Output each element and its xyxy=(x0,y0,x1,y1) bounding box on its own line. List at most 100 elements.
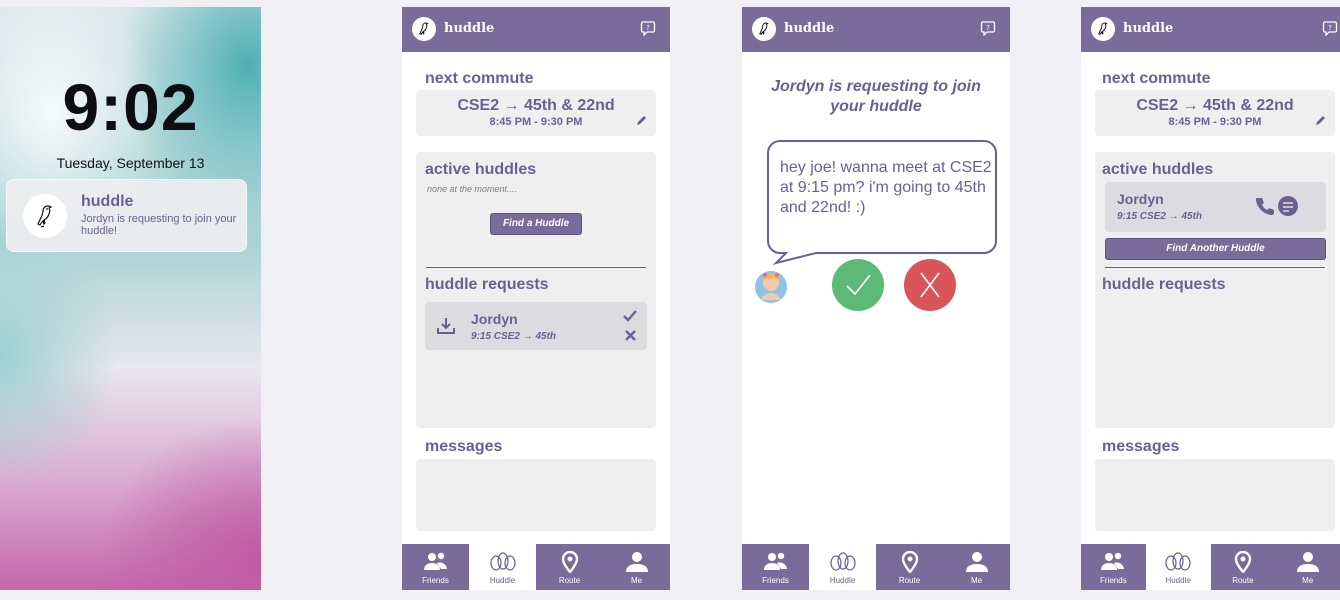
tab-huddle[interactable]: Huddle xyxy=(809,544,876,590)
huddle-requests-title: huddle requests xyxy=(1102,276,1226,293)
bird-logo-icon xyxy=(412,17,436,41)
lock-time: 9:02 xyxy=(62,70,199,144)
none-text: none at the moment.... xyxy=(427,184,518,194)
commute-time: 8:45 PM - 9:30 PM xyxy=(489,116,583,128)
check-icon[interactable] xyxy=(623,309,637,328)
svg-text:?: ? xyxy=(986,24,990,32)
request-meta: 9:15 CSE2 → 45th xyxy=(471,331,557,342)
lock-screen: 9:02 Tuesday, September 13 huddle Jordyn… xyxy=(0,7,261,590)
tab-huddle[interactable]: Huddle xyxy=(1145,544,1211,590)
messages-panel[interactable] xyxy=(416,459,656,531)
bird-logo-icon xyxy=(752,17,776,41)
penguins-icon xyxy=(469,551,536,571)
tab-label: Huddle xyxy=(489,576,516,585)
request-name: Jordyn xyxy=(471,311,518,327)
tab-friends[interactable]: Friends xyxy=(742,544,809,590)
tab-label: Huddle xyxy=(1165,576,1191,585)
tab-route[interactable]: Route xyxy=(536,544,603,590)
tab-label: Me xyxy=(1302,576,1314,585)
home-screen-accepted: huddle ? next commute CSE2 → 45th & 22nd… xyxy=(1081,7,1340,590)
friends-icon xyxy=(402,551,469,571)
tab-label: Me xyxy=(630,576,643,585)
tab-label: Friends xyxy=(762,576,789,585)
penguins-icon xyxy=(1146,551,1211,571)
bottom-nav: Friends Huddle Route Me xyxy=(1081,544,1340,590)
find-another-huddle-button[interactable]: Find Another Huddle xyxy=(1105,238,1326,260)
request-screen: huddle ? Jordyn is requesting to join yo… xyxy=(742,7,1010,590)
phone-icon[interactable] xyxy=(1255,196,1275,221)
divider xyxy=(426,267,646,268)
tab-friends[interactable]: Friends xyxy=(402,544,469,590)
tab-label: Route xyxy=(558,576,581,585)
request-item[interactable]: Jordyn 9:15 CSE2 → 45th xyxy=(425,302,647,350)
huddle-requests-title: huddle requests xyxy=(425,276,549,293)
close-icon xyxy=(920,272,940,298)
tab-me[interactable]: Me xyxy=(943,544,1010,590)
tab-route[interactable]: Route xyxy=(1210,544,1276,590)
friends-icon xyxy=(1081,551,1146,571)
help-icon[interactable]: ? xyxy=(640,20,656,41)
download-icon xyxy=(436,316,456,341)
commute-card[interactable]: CSE2 → 45th & 22nd 8:45 PM - 9:30 PM xyxy=(416,90,656,136)
avatar xyxy=(753,267,789,308)
next-commute-title: next commute xyxy=(1102,70,1211,87)
tab-me[interactable]: Me xyxy=(603,544,670,590)
pencil-icon[interactable] xyxy=(1315,113,1327,131)
tab-me[interactable]: Me xyxy=(1275,544,1340,590)
huddle-notification[interactable]: huddle Jordyn is requesting to join your… xyxy=(6,179,247,252)
location-pin-icon xyxy=(536,551,603,573)
help-icon[interactable]: ? xyxy=(1322,20,1338,41)
bird-logo-icon xyxy=(1091,17,1115,41)
request-title-line1: Jordyn is requesting to join xyxy=(771,78,981,95)
svg-text:?: ? xyxy=(646,24,650,32)
help-icon[interactable]: ? xyxy=(980,20,996,41)
location-pin-icon xyxy=(876,551,943,573)
divider xyxy=(1105,267,1325,268)
tab-label: Route xyxy=(898,576,921,585)
user-icon xyxy=(603,551,670,573)
user-icon xyxy=(943,551,1010,573)
active-huddles-title: active huddles xyxy=(425,161,537,178)
tab-huddle[interactable]: Huddle xyxy=(469,544,536,590)
request-message: hey joe! wanna meet at CSE2 at 9:15 pm? … xyxy=(780,159,992,216)
app-name: huddle xyxy=(444,21,495,36)
decline-button[interactable] xyxy=(904,259,956,311)
pencil-icon[interactable] xyxy=(636,113,648,131)
messages-panel[interactable] xyxy=(1095,459,1335,531)
tab-label: Friends xyxy=(422,576,449,585)
tab-friends[interactable]: Friends xyxy=(1081,544,1146,590)
accept-button[interactable] xyxy=(832,259,884,311)
lock-date: Tuesday, September 13 xyxy=(56,155,205,171)
commute-route: CSE2 → 45th & 22nd xyxy=(1136,97,1294,114)
huddle-meta: 9:15 CSE2 → 45th xyxy=(1117,211,1203,222)
huddle-name: Jordyn xyxy=(1117,191,1164,207)
location-pin-icon xyxy=(1211,551,1276,573)
commute-route: CSE2 → 45th & 22nd xyxy=(457,97,615,114)
app-name: huddle xyxy=(784,21,835,36)
messages-title: messages xyxy=(425,438,503,455)
messages-title: messages xyxy=(1102,438,1180,455)
request-title-line2: your huddle xyxy=(830,98,922,115)
tab-label: Huddle xyxy=(829,576,856,585)
tab-label: Me xyxy=(970,576,983,585)
close-icon[interactable] xyxy=(624,329,637,347)
friends-icon xyxy=(742,551,809,571)
home-screen: huddle ? next commute CSE2 → 45th & 22nd… xyxy=(402,7,670,590)
notification-title: huddle xyxy=(81,193,134,210)
bottom-nav: Friends Huddle Route Me xyxy=(402,544,670,590)
penguins-icon xyxy=(809,551,876,571)
chat-icon[interactable] xyxy=(1277,195,1299,222)
commute-card[interactable]: CSE2 → 45th & 22nd 8:45 PM - 9:30 PM xyxy=(1095,90,1335,136)
user-icon xyxy=(1275,551,1340,573)
top-bar: huddle ? xyxy=(742,7,1010,52)
commute-time: 8:45 PM - 9:30 PM xyxy=(1168,116,1262,128)
top-bar: huddle ? xyxy=(1081,7,1340,52)
request-title: Jordyn is requesting to join your huddle xyxy=(742,77,1010,117)
tab-label: Route xyxy=(1232,576,1254,585)
active-huddle-item[interactable]: Jordyn 9:15 CSE2 → 45th xyxy=(1105,182,1326,232)
bottom-nav: Friends Huddle Route Me xyxy=(742,544,1010,590)
tab-route[interactable]: Route xyxy=(876,544,943,590)
bird-logo-icon xyxy=(23,194,67,238)
find-huddle-button[interactable]: Find a Huddle xyxy=(490,213,582,235)
top-bar: huddle ? xyxy=(402,7,670,52)
